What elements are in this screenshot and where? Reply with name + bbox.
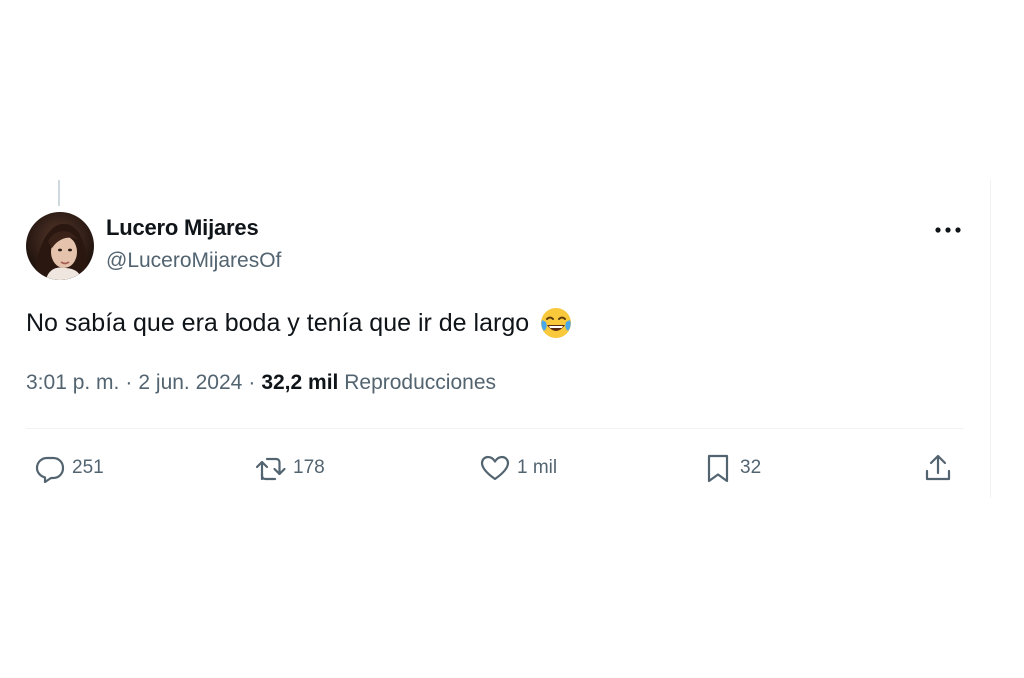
reply-icon [35, 456, 65, 484]
views-count: 32,2 mil [261, 371, 339, 394]
views-label[interactable]: Reproducciones [344, 371, 496, 394]
like-count: 1 mil [517, 457, 558, 478]
tweet-body: No sabía que era boda y tenía que ir de … [26, 309, 530, 337]
face-with-tears-of-joy-icon [539, 306, 573, 340]
tweet-text: No sabía que era boda y tenía que ir de … [26, 306, 573, 340]
more-options-button[interactable] [932, 218, 964, 242]
avatar-image [26, 212, 94, 280]
bookmark-button[interactable]: 32 [702, 450, 761, 486]
avatar[interactable] [26, 212, 94, 280]
like-button[interactable]: 1 mil [479, 450, 557, 486]
retweet-button[interactable]: 178 [255, 450, 325, 486]
tweet-metadata: 3:01 p. m. · 2 jun. 2024 · 32,2 mil Reproduc… [26, 371, 496, 395]
tweet-time[interactable]: 3:01 p. m. [26, 371, 119, 394]
heart-icon [480, 455, 510, 481]
share-icon [925, 454, 951, 481]
share-button[interactable] [922, 450, 954, 486]
column-border [990, 180, 991, 498]
reply-count: 251 [72, 457, 104, 478]
tweet-date[interactable]: 2 jun. 2024 [138, 371, 242, 394]
author-name[interactable]: Lucero Mijares [106, 215, 259, 241]
retweet-count: 178 [293, 457, 325, 478]
retweet-icon [255, 457, 286, 481]
meta-separator: · [125, 371, 133, 394]
reply-button[interactable]: 251 [34, 450, 104, 486]
thread-connector-line [58, 180, 60, 206]
meta-separator: · [248, 371, 256, 394]
bookmark-icon [707, 454, 729, 483]
divider [26, 428, 964, 429]
bookmark-count: 32 [740, 457, 762, 478]
author-handle[interactable]: @LuceroMijaresOf [106, 249, 281, 273]
more-horizontal-icon [935, 227, 961, 233]
